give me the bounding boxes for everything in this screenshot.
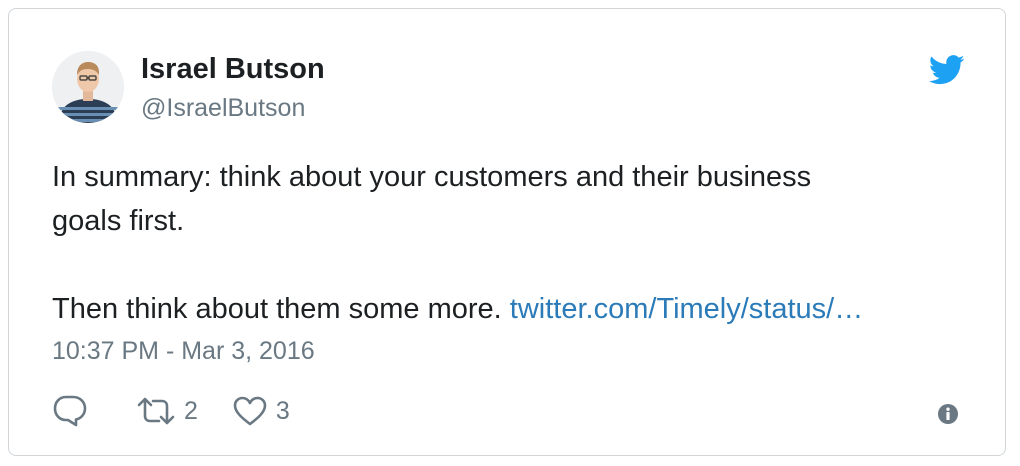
tweet-timestamp[interactable]: 10:37 PM - Mar 3, 2016 bbox=[52, 337, 315, 366]
retweet-button[interactable]: 2 bbox=[136, 396, 198, 426]
reply-button[interactable] bbox=[52, 394, 88, 428]
display-name[interactable]: Israel Butson bbox=[141, 53, 325, 86]
retweet-count: 2 bbox=[184, 396, 198, 425]
twitter-bird-icon[interactable] bbox=[928, 55, 965, 85]
tweet-card: Israel Butson @IsraelButson In summary: … bbox=[8, 8, 1006, 456]
retweet-icon bbox=[137, 397, 175, 425]
like-count: 3 bbox=[275, 396, 290, 425]
action-bar: 2 3 bbox=[52, 393, 290, 429]
tweet-text-segment: Then think about them some more. bbox=[52, 293, 510, 325]
tweet-link[interactable]: twitter.com/Timely/status/… bbox=[510, 293, 863, 325]
heart-icon bbox=[233, 396, 267, 426]
info-icon[interactable] bbox=[937, 403, 959, 425]
like-button[interactable]: 3 bbox=[232, 395, 290, 427]
tweet-text-line: goals first. bbox=[52, 205, 185, 237]
tweet-text-line: In summary: think about your customers a… bbox=[52, 161, 812, 193]
user-handle[interactable]: @IsraelButson bbox=[141, 94, 305, 123]
avatar[interactable] bbox=[52, 51, 124, 123]
reply-icon bbox=[53, 395, 87, 427]
tweet-text-line: Then think about them some more. twitter… bbox=[52, 287, 972, 331]
avatar-image bbox=[52, 51, 124, 123]
tweet-text: In summary: think about your customers a… bbox=[52, 155, 972, 331]
